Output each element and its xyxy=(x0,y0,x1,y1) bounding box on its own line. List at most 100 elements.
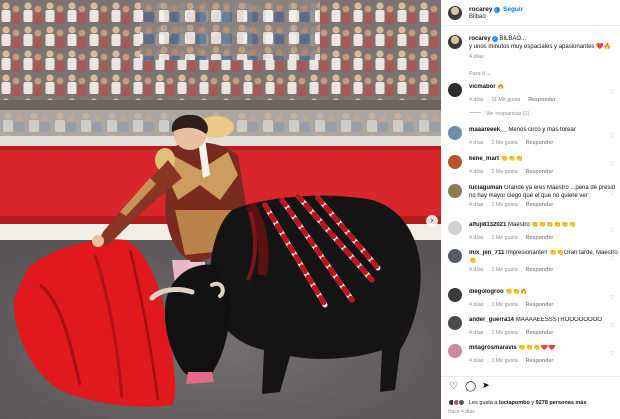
commenter-username[interactable]: vicmabor xyxy=(469,84,496,90)
comment-body-2: 👏 xyxy=(469,257,477,264)
heart-icon[interactable]: ♡ xyxy=(610,132,615,139)
commenter-avatar[interactable] xyxy=(448,83,462,97)
comment-meta: 4 días 11 Me gusta Responder xyxy=(469,97,564,103)
comment-meta: 4 días 2 Me gusta Responder xyxy=(469,140,561,146)
commenter-username[interactable]: kene_mart xyxy=(469,156,499,162)
author-username[interactable]: rocarey ✓ xyxy=(469,6,500,13)
comment-time: 4 días xyxy=(469,330,484,336)
comment-time: 4 días xyxy=(469,169,484,175)
comment-item: kene_mart 👏👏👏 4 días 2 Me gusta Responder ♡ xyxy=(441,154,620,183)
heart-icon[interactable]: ♡ xyxy=(610,89,615,96)
comment-meta: 4 días 1 Me gusta Responder xyxy=(469,302,561,308)
post-side-panel: rocarey ✓ • Seguir Bilbao rocarey ✓ BILBAO… xyxy=(441,0,620,419)
comment-likes[interactable]: 1 Me gusta xyxy=(491,358,517,364)
caption-avatar[interactable] xyxy=(448,35,462,49)
comment-likes[interactable]: 2 Me gusta xyxy=(491,169,517,175)
comment-body: 👏👏👏❤️❤️ xyxy=(518,345,556,351)
heart-icon[interactable]: ♡ xyxy=(449,381,458,392)
reply-button[interactable]: Responder xyxy=(526,330,554,336)
comment-body: Menos circo y mas torear xyxy=(508,127,576,133)
comment-time: 4 días xyxy=(469,358,484,364)
commenter-username[interactable]: diegologroo xyxy=(469,289,504,295)
comment-text: mix_jen_711 Impresionante!! 👏👏Gran tarde… xyxy=(469,250,619,265)
comment-text: luciaguman Grande ya eres Maestro ...pen… xyxy=(469,185,619,200)
commenter-username[interactable]: maaareeek__ xyxy=(469,127,507,133)
commenter-avatar[interactable] xyxy=(448,126,462,140)
reply-button[interactable]: Responder xyxy=(526,140,554,146)
caption-line-2: y unos minutos muy espaciales y apasiona… xyxy=(469,44,612,50)
likes-summary[interactable]: Les gusta a luciapombo y 9278 personas m… xyxy=(469,400,586,406)
commenter-username[interactable]: ander_guerra14 xyxy=(469,317,514,323)
follow-button[interactable]: Seguir xyxy=(503,6,523,13)
post-actions: ♡ ◯ ➤ Les gusta a luciapombo y 9278 pers… xyxy=(441,376,620,419)
comment-item: diegologroo 👏👏🔥 4 días 1 Me gusta Responder… xyxy=(441,287,620,316)
view-replies-button[interactable]: Ver respuestas (1) xyxy=(469,111,529,117)
comment-time: 4 días xyxy=(469,267,484,273)
comment-likes[interactable]: 1 Me gusta xyxy=(491,302,517,308)
comment-body: 👏👏🔥 xyxy=(505,289,528,295)
comment-text: alfuji8132021 Maestro 👏👏👏👏👏👏 xyxy=(469,222,619,230)
comment-item: maaareeek__ Menos circo y mas torear 4 dí… xyxy=(441,125,620,154)
comment-likes[interactable]: 2 Me gusta xyxy=(491,140,517,146)
comment-sort-dropdown[interactable]: Para ti ⌄ xyxy=(469,71,491,77)
comment-item: alfuji8132021 Maestro 👏👏👏👏👏👏 4 días 1 Me g… xyxy=(441,220,620,249)
comment-time: 4 días xyxy=(469,140,484,146)
comment-item: ander_guerra14 MAAAAEESSSTROOOOOOOO 4 día… xyxy=(441,315,620,344)
comment-meta: 4 días 1 Me gusta Responder xyxy=(469,330,561,336)
comment-time: 4 días xyxy=(469,97,484,103)
caption-text: rocarey ✓ BILBAO... y unos minutos muy es… xyxy=(469,35,619,51)
comment-item: milagrosmaravis 👏👏👏❤️❤️ 4 días 1 Me gusta R… xyxy=(441,343,620,372)
comment-meta: 4 días 1 Me gusta Responder xyxy=(469,358,561,364)
reply-button[interactable]: Responder xyxy=(526,169,554,175)
comment-body: Grande ya eres Maestro ...pena de presid xyxy=(504,185,616,191)
reply-button[interactable]: Responder xyxy=(526,202,554,208)
heart-icon[interactable]: ♡ xyxy=(610,350,615,357)
commenter-username[interactable]: alfuji8132021 xyxy=(469,222,506,228)
comment-likes[interactable]: 1 Me gusta xyxy=(491,330,517,336)
caption-username[interactable]: rocarey ✓ xyxy=(469,35,498,42)
commenter-avatar[interactable] xyxy=(448,155,462,169)
next-photo-button[interactable]: › xyxy=(426,215,438,227)
commenter-avatar[interactable] xyxy=(448,288,462,302)
comment-text: kene_mart 👏👏👏 xyxy=(469,156,619,164)
comment-text: maaareeek__ Menos circo y mas torear xyxy=(469,127,619,135)
reply-button[interactable]: Responder xyxy=(526,267,554,273)
heart-icon[interactable]: ♡ xyxy=(610,322,615,329)
comment-text: vicmabor 🔥 xyxy=(469,84,619,92)
commenter-avatar[interactable] xyxy=(448,221,462,235)
heart-icon[interactable]: ♡ xyxy=(610,255,615,262)
comment-body: Maestro 👏👏👏👏👏👏 xyxy=(508,222,577,228)
comment-text: ander_guerra14 MAAAAEESSSTROOOOOOOO xyxy=(469,317,619,325)
commenter-avatar[interactable] xyxy=(448,344,462,358)
author-avatar[interactable] xyxy=(448,6,462,20)
post-header: rocarey ✓ • Seguir Bilbao xyxy=(441,0,620,26)
comment-item: vicmabor 🔥 4 días 11 Me gusta Responder ♡ xyxy=(441,82,620,111)
comment-time: 4 días xyxy=(469,235,484,241)
comment-likes[interactable]: 11 Me gusta xyxy=(491,97,520,103)
comment-likes[interactable]: 1 Me gusta xyxy=(491,202,517,208)
post-location[interactable]: Bilbao xyxy=(469,14,486,20)
comment-text: diegologroo 👏👏🔥 xyxy=(469,289,619,297)
heart-icon[interactable]: ♡ xyxy=(610,294,615,301)
commenter-avatar[interactable] xyxy=(448,316,462,330)
comment-likes[interactable]: 1 Me gusta xyxy=(491,235,517,241)
commenter-username[interactable]: luciaguman xyxy=(469,185,502,191)
bullfight-image xyxy=(0,0,441,419)
commenter-username[interactable]: milagrosmaravis xyxy=(469,345,517,351)
comment-likes[interactable]: 1 Me gusta xyxy=(491,267,517,273)
heart-icon[interactable]: ♡ xyxy=(610,190,615,197)
comment-meta: 4 días 1 Me gusta Responder xyxy=(469,235,561,241)
commenter-avatar[interactable] xyxy=(448,249,462,263)
reply-button[interactable]: Responder xyxy=(528,97,556,103)
commenter-avatar[interactable] xyxy=(448,184,462,198)
send-icon[interactable]: ➤ xyxy=(482,381,490,391)
commenter-username[interactable]: mix_jen_711 xyxy=(469,250,504,256)
heart-icon[interactable]: ♡ xyxy=(610,227,615,234)
comment-icon[interactable]: ◯ xyxy=(465,381,476,392)
reply-button[interactable]: Responder xyxy=(526,302,554,308)
reply-button[interactable]: Responder xyxy=(526,358,554,364)
heart-icon[interactable]: ♡ xyxy=(610,161,615,168)
reply-button[interactable]: Responder xyxy=(526,235,554,241)
liker-avatar xyxy=(458,399,465,406)
separator-dot: • xyxy=(497,6,500,13)
